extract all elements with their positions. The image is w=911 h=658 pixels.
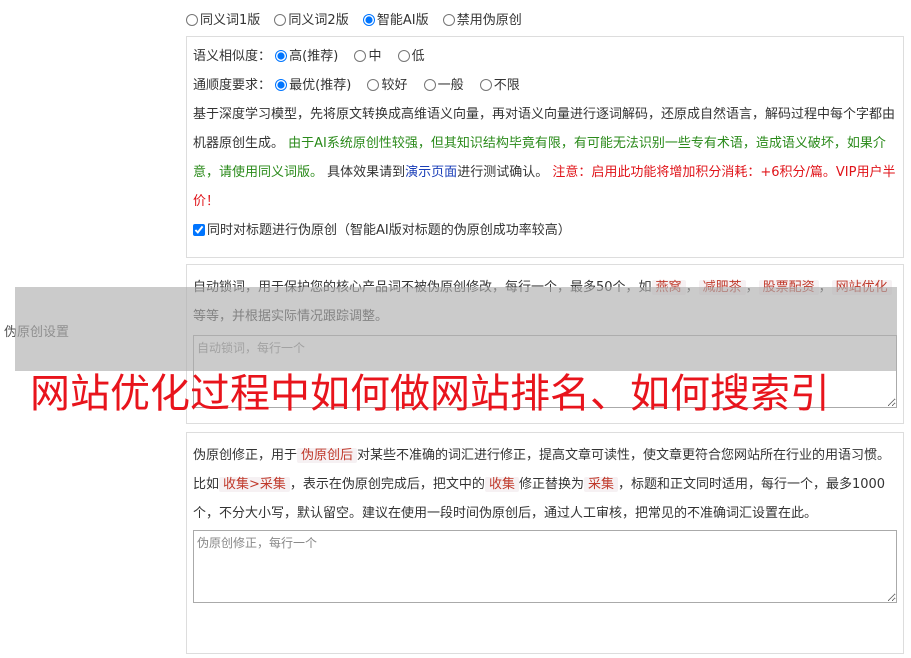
correction-panel: 伪原创修正，用于 伪原创后 对某些不准确的词汇进行修正，提高文章可读性，使文章更符合… — [186, 432, 904, 654]
correction-tag: 收集>采集 — [219, 477, 290, 492]
ai-description: 基于深度学习模型，先将原文转换成高维语义向量，再对语义向量进行逐词解码，还原成自… — [193, 107, 896, 209]
version-option-disable[interactable]: 禁用伪原创 — [442, 13, 522, 28]
correction-description: 伪原创修正，用于 伪原创后 对某些不准确的词汇进行修正，提高文章可读性，使文章更符合… — [193, 448, 891, 521]
fluency-radio-good[interactable] — [367, 79, 380, 91]
correction-tag: 伪原创后 — [297, 448, 358, 463]
fluency-option-good[interactable]: 较好 — [367, 78, 407, 93]
version-option-synonym2[interactable]: 同义词2版 — [274, 13, 349, 28]
ai-settings-panel: 语义相似度： 高(推荐) 中 低 通顺度要求： 最优(推荐) 较好 一般 不限 … — [186, 36, 904, 258]
example-tag: 减肥茶 — [698, 280, 746, 295]
similarity-row: 语义相似度： 高(推荐) 中 低 — [193, 42, 897, 71]
similarity-option-high[interactable]: 高(推荐) — [275, 49, 338, 64]
fluency-option-best[interactable]: 最优(推荐) — [275, 78, 351, 93]
section-label: 伪原创设置 — [4, 325, 70, 340]
version-radio-disable[interactable] — [442, 14, 455, 26]
overlay-headline: 网站优化过程中如何做网站排名、如何搜索引 — [30, 371, 830, 417]
similarity-radio-high[interactable] — [275, 50, 288, 62]
similarity-radio-medium[interactable] — [354, 50, 367, 62]
fluency-label: 通顺度要求： — [193, 78, 272, 93]
similarity-radio-low[interactable] — [397, 50, 410, 62]
fluency-radio-normal[interactable] — [423, 79, 436, 91]
fluency-radio-any[interactable] — [479, 79, 492, 91]
fluency-radio-best[interactable] — [275, 79, 288, 91]
version-radio-synonym1[interactable] — [186, 14, 198, 26]
version-option-ai[interactable]: 智能AI版 — [362, 13, 429, 28]
lock-words-description: 自动锁词，用于保护您的核心产品词不被伪原创修改，每行一个，最多50个，如 燕窝，减… — [193, 273, 897, 331]
title-rewrite-checkbox[interactable] — [193, 224, 205, 236]
version-radio-synonym2[interactable] — [274, 14, 287, 26]
similarity-option-low[interactable]: 低 — [397, 49, 425, 64]
similarity-label: 语义相似度： — [193, 49, 272, 64]
demo-page-link[interactable]: 演示页面 — [405, 165, 457, 180]
correction-input[interactable] — [193, 530, 897, 603]
fluency-option-normal[interactable]: 一般 — [423, 78, 464, 93]
version-radio-ai[interactable] — [362, 14, 375, 26]
example-tag: 网站优化 — [831, 280, 892, 295]
version-radio-group: 同义词1版 同义词2版 智能AI版 禁用伪原创 — [186, 9, 532, 28]
correction-tag: 采集 — [583, 477, 618, 492]
fluency-row: 通顺度要求： 最优(推荐) 较好 一般 不限 — [193, 71, 897, 100]
fluency-option-any[interactable]: 不限 — [479, 78, 520, 93]
example-tag: 燕窝 — [651, 280, 686, 295]
correction-tag: 收集 — [484, 477, 519, 492]
similarity-option-medium[interactable]: 中 — [354, 49, 381, 64]
version-option-synonym1[interactable]: 同义词1版 — [186, 13, 260, 28]
title-checkbox-row: 同时对标题进行伪原创（智能AI版对标题的伪原创成功率较高） — [193, 216, 897, 245]
title-rewrite-option[interactable]: 同时对标题进行伪原创（智能AI版对标题的伪原创成功率较高） — [193, 223, 571, 238]
example-tag: 股票配资 — [758, 280, 819, 295]
